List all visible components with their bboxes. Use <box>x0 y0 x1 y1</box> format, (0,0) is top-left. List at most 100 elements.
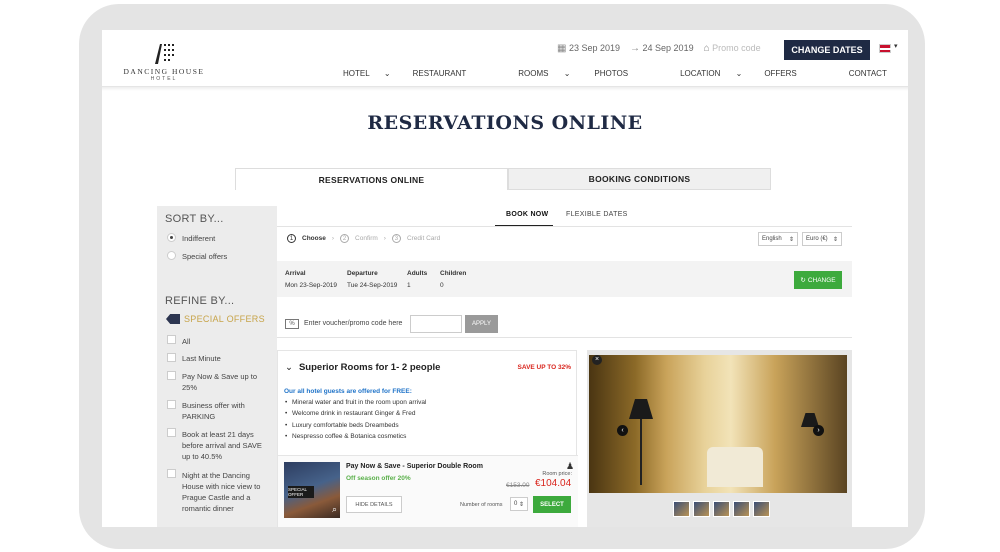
filter-sidebar: SORT BY... Indifferent Special offers RE… <box>157 206 277 527</box>
divider <box>277 337 852 338</box>
filter-checkbox[interactable] <box>167 335 176 344</box>
change-dates-button[interactable]: CHANGE DATES <box>784 40 870 60</box>
uk-flag-icon[interactable] <box>879 44 892 53</box>
step-number: 2 <box>340 234 350 243</box>
step-number: 1 <box>287 234 296 243</box>
nav-hotel[interactable]: HOTEL ⌄ <box>343 69 391 83</box>
sort-special-offers-radio[interactable] <box>167 251 176 260</box>
caret-down-icon[interactable]: ▾ <box>894 42 898 50</box>
filter-label: All <box>182 337 191 346</box>
chevron-down-icon: ⌄ <box>735 69 743 78</box>
offer-image[interactable]: SPECIAL OFFER ⌕ <box>284 462 340 518</box>
children-value: 0 <box>440 282 444 289</box>
old-price: €153.00 <box>506 482 530 489</box>
page-title: RESERVATIONS ONLINE <box>367 112 643 134</box>
language-select[interactable]: English ⇕ <box>758 232 798 246</box>
special-offers-heading: SPECIAL OFFERS <box>184 314 265 324</box>
thumbnail[interactable] <box>713 501 730 517</box>
nav-location[interactable]: LOCATION ⌄ <box>680 69 742 83</box>
thumbnail[interactable] <box>753 501 770 517</box>
new-price: €104.04 <box>535 478 572 489</box>
arrow-right-icon[interactable]: › <box>813 425 824 436</box>
sort-option-label: Special offers <box>182 252 228 261</box>
filter-label: Business offer with PARKING <box>182 401 245 421</box>
filter-label: Last Minute <box>182 354 221 363</box>
tab-booking-conditions[interactable]: BOOKING CONDITIONS <box>508 168 771 190</box>
nav-rooms[interactable]: ROOMS ⌄ <box>518 69 570 83</box>
step-number: 3 <box>391 234 401 243</box>
nav-offers[interactable]: OFFERS <box>764 69 796 83</box>
nav-contact[interactable]: CONTACT <box>849 69 887 83</box>
voucher-input[interactable] <box>410 315 462 333</box>
thumbnail[interactable] <box>693 501 710 517</box>
change-button[interactable]: ↻ CHANGE <box>794 271 842 289</box>
apply-button[interactable]: APPLY <box>465 315 498 333</box>
select-button[interactable]: SELECT <box>533 496 571 513</box>
offer-subtitle: Off season offer 20% <box>346 475 411 482</box>
filter-checkbox[interactable] <box>167 371 176 380</box>
browser-viewport: DANCING HOUSE HOTEL ▦ 23 Sep 2019 → 24 S… <box>102 30 908 527</box>
lamp-stem <box>640 419 642 485</box>
sort-heading: SORT BY... <box>165 213 224 225</box>
arrival-date-field[interactable]: ▦ 23 Sep 2019 <box>557 43 620 54</box>
currency-select[interactable]: Euro (€) ⇕ <box>802 232 842 246</box>
departure-date-field[interactable]: → 24 Sep 2019 <box>630 43 694 54</box>
offer-row: SPECIAL OFFER ⌕ Pay Now & Save - Superio… <box>278 455 578 527</box>
sort-option-label: Indifferent <box>182 234 216 243</box>
date-bar: ▦ 23 Sep 2019 → 24 Sep 2019 ⌂ Promo code <box>557 43 761 54</box>
gallery-main-image <box>589 355 847 493</box>
thumbnail[interactable] <box>733 501 750 517</box>
filter-label: Book at least 21 days before arrival and… <box>182 430 262 461</box>
filter-label: Night at the Dancing House with nice vie… <box>182 471 261 513</box>
adults-value: 1 <box>407 282 411 289</box>
chevron-right-icon: › <box>331 235 335 242</box>
children-header: Children <box>440 270 467 277</box>
sort-indifferent-radio[interactable] <box>167 233 176 242</box>
arrow-right-icon: → <box>630 43 641 54</box>
chevron-down-icon: ⌄ <box>563 69 571 78</box>
departure-value: Tue 24-Sep-2019 <box>347 282 398 289</box>
booking-steps: 1 Choose › 2 Confirm › 3 Credit Card <box>287 234 440 243</box>
thumbnail[interactable] <box>673 501 690 517</box>
refresh-icon: ↻ <box>800 277 806 284</box>
step-label: Confirm <box>355 235 378 242</box>
filter-checkbox[interactable] <box>167 428 176 437</box>
tab-reservations-online[interactable]: RESERVATIONS ONLINE <box>235 168 508 190</box>
arrival-value: Mon 23-Sep-2019 <box>285 282 338 289</box>
chevron-down-icon: ⌄ <box>285 362 293 373</box>
departure-header: Departure <box>347 270 378 277</box>
amenity-item: Nespresso coffee & Botanica cosmetics <box>285 433 406 440</box>
close-icon[interactable]: × <box>592 355 602 365</box>
room-card: ⌄ Superior Rooms for 1- 2 people SAVE UP … <box>277 350 578 527</box>
step-label: Choose <box>302 235 326 242</box>
arrow-left-icon[interactable]: ‹ <box>617 425 628 436</box>
filter-checkbox[interactable] <box>167 353 176 362</box>
special-offer-badge: SPECIAL OFFER <box>288 486 314 498</box>
filter-checkbox[interactable] <box>167 400 176 409</box>
tag-icon <box>166 314 180 324</box>
updown-icon: ⇕ <box>832 236 838 243</box>
room-title[interactable]: ⌄ Superior Rooms for 1- 2 people <box>285 362 440 373</box>
chevron-right-icon: › <box>383 235 386 242</box>
nav-restaurant[interactable]: RESTAURANT <box>413 69 467 83</box>
subtab-flexible-dates[interactable]: FLEXIBLE DATES <box>566 211 628 218</box>
subtab-book-now[interactable]: BOOK NOW <box>506 211 548 218</box>
divider <box>277 226 852 227</box>
gallery-thumbnails <box>673 501 770 517</box>
hotel-logo[interactable]: DANCING HOUSE HOTEL <box>114 40 214 84</box>
promo-code-field[interactable]: ⌂ Promo code <box>704 43 761 54</box>
step-label: Credit Card <box>406 235 441 242</box>
booking-summary: Arrival Departure Adults Children Mon 23… <box>277 261 852 297</box>
filter-checkbox[interactable] <box>167 469 176 478</box>
rooms-quantity-select[interactable]: 0 ⇕ <box>510 497 528 511</box>
lamp-shape <box>629 399 653 419</box>
updown-icon: ⇕ <box>788 236 794 243</box>
nav-photos[interactable]: PHOTOS <box>594 69 628 83</box>
armchair-shape <box>707 447 763 487</box>
hide-details-button[interactable]: HIDE DETAILS <box>346 496 402 513</box>
magnifier-icon[interactable]: ⌕ <box>332 504 337 515</box>
header-shadow <box>102 87 908 91</box>
save-badge: SAVE UP TO 32% <box>517 364 571 371</box>
chevron-down-icon: ⌄ <box>383 69 391 78</box>
adults-header: Adults <box>407 270 428 277</box>
